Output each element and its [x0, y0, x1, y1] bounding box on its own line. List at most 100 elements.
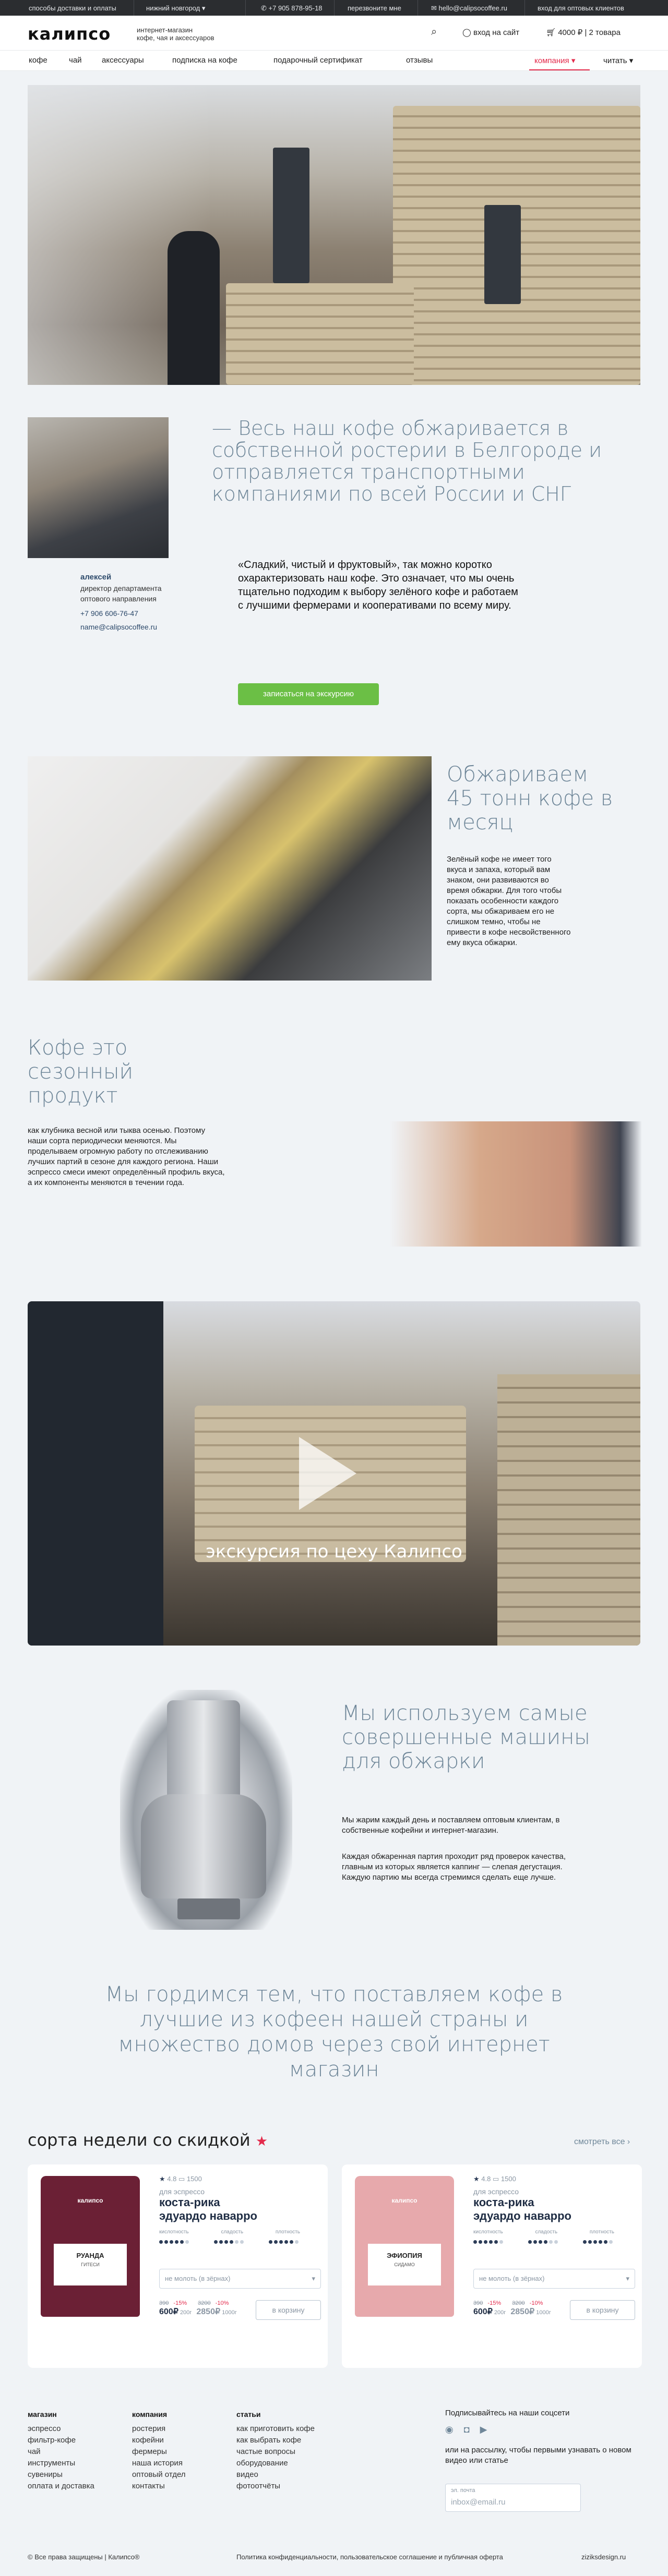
- callback-link[interactable]: перезвоните мне: [348, 4, 401, 12]
- price-2: 2850₽: [510, 2307, 535, 2316]
- footer-heading: магазин: [28, 2410, 57, 2418]
- policy-link[interactable]: Политика конфиденциальности, пользовател…: [236, 2553, 503, 2561]
- weight: 200г: [180, 2309, 192, 2316]
- price: 600₽: [159, 2307, 178, 2316]
- discount-badge-2: -10%: [215, 2300, 229, 2306]
- cart-link[interactable]: 🛒︎ 4000 ₽ | 2 товара: [546, 28, 621, 37]
- chevron-down-icon: ▾: [201, 4, 206, 12]
- review-icon: ▭: [178, 2175, 185, 2183]
- footer-link[interactable]: эспрессо: [28, 2423, 122, 2435]
- vk-icon[interactable]: ◉: [445, 2424, 464, 2435]
- pack-logo: калипсо: [77, 2197, 103, 2204]
- price-block: 390 -15% 3200 -10% 600₽ 200г 2850₽ 1000г: [159, 2300, 253, 2317]
- footer-link[interactable]: частые вопросы: [236, 2446, 356, 2458]
- sweetness-label: сладость: [535, 2229, 558, 2235]
- footer-link[interactable]: чай: [28, 2446, 122, 2458]
- old-price: 390: [473, 2300, 483, 2306]
- phone-link[interactable]: ✆ +7 905 878-95-18: [261, 4, 323, 13]
- footer-link[interactable]: оптовый отдел: [132, 2469, 226, 2481]
- product-name[interactable]: коста-рика: [159, 2196, 321, 2209]
- email-field[interactable]: эл. почта inbox@email.ru: [445, 2484, 581, 2512]
- footer-link[interactable]: контакты: [132, 2481, 226, 2492]
- tagline: интернет-магазин кофе, чая и аксессуаров: [137, 26, 214, 42]
- email-placeholder: inbox@email.ru: [451, 2498, 506, 2507]
- instagram-icon[interactable]: ◘: [464, 2424, 480, 2435]
- login-link[interactable]: ◯ вход на сайт: [462, 28, 519, 37]
- acidity-label: кислотность: [159, 2229, 189, 2235]
- footer-link[interactable]: сувениры: [28, 2469, 122, 2481]
- footer-link[interactable]: как выбрать кофе: [236, 2435, 356, 2446]
- active-tab-underline: [529, 69, 590, 70]
- discount-badge: -15%: [487, 2300, 502, 2306]
- review-count: 1500: [186, 2175, 202, 2183]
- footer-link[interactable]: инструменты: [28, 2458, 122, 2469]
- copyright: © Все права защищены | Калипсо®: [28, 2553, 140, 2561]
- product-category: для эспрессо: [159, 2187, 205, 2196]
- footer-link[interactable]: фермеры: [132, 2446, 226, 2458]
- star-icon: ★: [473, 2175, 480, 2183]
- add-to-cart-button[interactable]: в корзину: [256, 2300, 321, 2320]
- search-icon[interactable]: ⌕: [431, 26, 437, 38]
- machines-headline: Мы используем самые совершенные машины д…: [342, 1701, 590, 1773]
- wholesale-login-link[interactable]: вход для оптовых клиентов: [538, 4, 624, 12]
- book-tour-button[interactable]: записаться на экскурсию: [238, 683, 379, 705]
- add-to-cart-button[interactable]: в корзину: [570, 2300, 635, 2320]
- logo[interactable]: калипсо: [28, 24, 111, 44]
- email-link[interactable]: ✉ hello@calipsocoffee.ru: [431, 4, 507, 13]
- grind-select[interactable]: не молоть (в зёрнах) ▾: [159, 2269, 321, 2289]
- footer-link[interactable]: наша история: [132, 2458, 226, 2469]
- person-name: алексей: [80, 573, 112, 582]
- delivery-link[interactable]: способы доставки и оплаты: [29, 4, 116, 12]
- factory-video[interactable]: экскурсия по цеху Калипсо: [28, 1301, 640, 1646]
- user-icon: ◯: [462, 28, 471, 37]
- hand-with-beans-photo: [282, 1121, 642, 1247]
- product-name-2[interactable]: эдуардо наварро: [159, 2209, 321, 2223]
- product-pack-image: калипсо РУАНДА ГИТЕСИ: [41, 2176, 140, 2317]
- main-nav: кофе чай аксессуары подписка на кофе под…: [0, 50, 668, 71]
- footer-link[interactable]: фотоотчёты: [236, 2481, 356, 2492]
- product-category: для эспрессо: [473, 2187, 519, 2196]
- season-text: как клубника весной или тыква осенью. По…: [28, 1126, 225, 1187]
- product-name[interactable]: коста-рика: [473, 2196, 635, 2209]
- see-all-link[interactable]: смотреть все ›: [574, 2137, 630, 2147]
- nav-item-gift-certificate[interactable]: подарочный сертификат: [273, 56, 363, 65]
- footer-link[interactable]: ростерия: [132, 2423, 226, 2435]
- price-2: 2850₽: [196, 2307, 221, 2316]
- nav-item-company[interactable]: компания ▾: [534, 56, 575, 65]
- about-headline: — Весь наш кофе обжаривается в собственн…: [212, 417, 602, 505]
- youtube-icon[interactable]: ▶: [480, 2424, 498, 2435]
- discount-badge: -15%: [173, 2300, 187, 2306]
- nav-item-accessories[interactable]: аксессуары: [102, 56, 144, 65]
- director-photo: [28, 417, 169, 558]
- footer-articles-column: статьи как приготовить кофе как выбрать …: [236, 2409, 356, 2492]
- footer-link[interactable]: видео: [236, 2469, 356, 2481]
- nav-item-coffee[interactable]: кофе: [29, 56, 47, 65]
- chevron-right-icon: ›: [627, 2137, 630, 2146]
- social-icons: ◉◘▶: [445, 2424, 497, 2435]
- product-name-2[interactable]: эдуардо наварро: [473, 2209, 635, 2223]
- pack-subtitle: СИДАМО: [394, 2262, 415, 2267]
- nav-item-tea[interactable]: чай: [69, 56, 82, 65]
- footer-link[interactable]: фильтр-кофе: [28, 2435, 122, 2446]
- footer-link[interactable]: как приготовить кофе: [236, 2423, 356, 2435]
- review-icon: ▭: [492, 2175, 499, 2183]
- person-card: алексей директор департамента оптового н…: [80, 573, 195, 632]
- nav-item-subscription[interactable]: подписка на кофе: [172, 56, 237, 65]
- deals-title: сорта недели со скидкой ★: [28, 2130, 268, 2150]
- footer-heading: компания: [132, 2410, 168, 2418]
- grind-select[interactable]: не молоть (в зёрнах) ▾: [473, 2269, 635, 2289]
- designer-link[interactable]: ziziksdesign.ru: [581, 2553, 626, 2561]
- nav-item-reviews[interactable]: отзывы: [406, 56, 433, 65]
- person-phone[interactable]: +7 906 606-76-47: [80, 608, 195, 619]
- footer-link[interactable]: кофейни: [132, 2435, 226, 2446]
- cart-icon: 🛒︎: [546, 28, 556, 37]
- old-price-2: 3200: [198, 2300, 211, 2306]
- play-icon[interactable]: [299, 1437, 356, 1510]
- acidity-label: кислотность: [473, 2229, 503, 2235]
- city-selector[interactable]: нижний новгород ▾: [146, 4, 205, 13]
- footer-link[interactable]: оплата и доставка: [28, 2481, 122, 2492]
- footer-link[interactable]: оборудование: [236, 2458, 356, 2469]
- nav-item-read[interactable]: читать ▾: [603, 56, 633, 65]
- price: 600₽: [473, 2307, 493, 2316]
- person-email[interactable]: name@calipsocoffee.ru: [80, 622, 195, 632]
